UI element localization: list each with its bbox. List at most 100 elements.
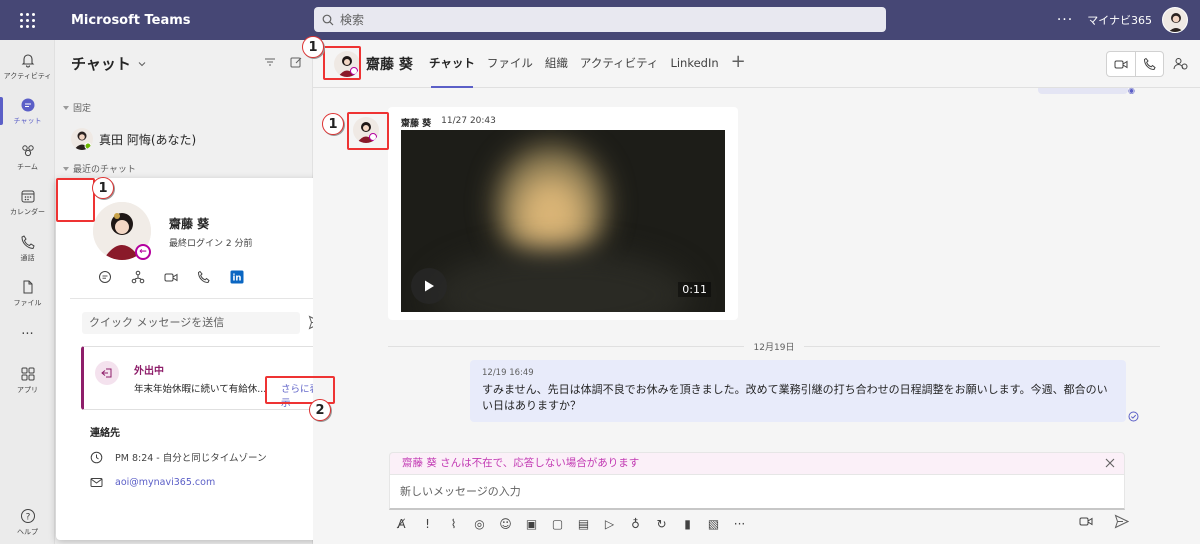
- gif-icon[interactable]: ▣: [523, 514, 540, 534]
- profile-name: 齋藤 葵: [169, 217, 210, 231]
- tab-organization[interactable]: 組織: [539, 40, 574, 88]
- approvals-icon[interactable]: ▮: [679, 514, 696, 534]
- teams-icon: [21, 144, 34, 156]
- date-divider: 12月19日: [388, 340, 1160, 353]
- org-name: マイナビ365: [1087, 14, 1152, 27]
- search-input[interactable]: 検索: [314, 7, 886, 32]
- praise-icon[interactable]: ♁: [627, 514, 644, 534]
- read-receipt-icon: [1128, 411, 1139, 422]
- recent-label: 最近のチャット: [73, 165, 136, 175]
- loop-icon[interactable]: ◎: [471, 514, 488, 534]
- chat-icon: [21, 98, 34, 111]
- chat-list-title: チャット: [71, 55, 131, 73]
- close-icon[interactable]: [1104, 457, 1116, 469]
- add-people-icon[interactable]: [1173, 56, 1188, 71]
- teams-window: Microsoft Teams 検索 ··· マイナビ365 アクティビティ チ…: [0, 0, 1200, 544]
- attach-icon[interactable]: ⌇: [445, 514, 462, 534]
- play-icon: [425, 280, 434, 292]
- conversation-pane: 齋藤 葵 チャット ファイル 組織 アクティビティ LinkedIn + ◉ 齋…: [313, 40, 1200, 544]
- new-chat-icon[interactable]: [290, 56, 302, 68]
- rail-chat[interactable]: チャット: [0, 89, 55, 133]
- format-icon[interactable]: A̸: [393, 514, 410, 534]
- rail-label: チャット: [13, 116, 42, 125]
- linkedin-icon[interactable]: in: [230, 270, 244, 284]
- rail-more[interactable]: ···: [0, 312, 55, 356]
- important-icon[interactable]: !: [419, 514, 436, 534]
- tab-chat[interactable]: チャット: [423, 40, 481, 88]
- chat-icon[interactable]: [98, 270, 112, 284]
- org-chart-icon[interactable]: [131, 270, 145, 284]
- filter-icon[interactable]: [264, 56, 276, 68]
- stream-icon[interactable]: ▷: [601, 514, 618, 534]
- email-row[interactable]: aoi@mynavi365.com: [90, 476, 215, 489]
- more-icon[interactable]: ···: [731, 514, 748, 534]
- out-of-office-message: 年末年始休暇に続いて有給休...: [134, 384, 267, 395]
- rail-activity[interactable]: アクティビティ: [0, 44, 55, 88]
- pinned-section-header[interactable]: 固定: [63, 101, 91, 114]
- profile-card: ← 齋藤 葵 最終ログイン 2 分前 in クイック メッセージを送信 外出中 …: [56, 178, 346, 540]
- seen-indicator-icon: ◉: [1128, 86, 1135, 95]
- forms-icon[interactable]: ▧: [705, 514, 722, 534]
- rail-apps[interactable]: アプリ: [0, 358, 55, 402]
- avatar: [71, 128, 93, 150]
- video-player[interactable]: 0:11: [401, 130, 725, 312]
- rail-label: アプリ: [17, 385, 38, 394]
- date-divider-label: 12月19日: [753, 343, 795, 353]
- my-message: 12/19 16:49 すみません、先日は体調不良でお休みを頂きました。改めて業…: [470, 360, 1126, 422]
- tab-linkedin[interactable]: LinkedIn: [664, 40, 724, 88]
- send-icon[interactable]: [1114, 514, 1129, 529]
- settings-more-button[interactable]: ···: [1057, 12, 1073, 28]
- app-rail: アクティビティ チャット チーム カレンダー 通話 ファイル ··· アプリ ?…: [0, 40, 55, 544]
- sticker-icon[interactable]: ▢: [549, 514, 566, 534]
- audio-call-button[interactable]: [1135, 52, 1163, 76]
- rail-label: チーム: [17, 162, 38, 171]
- out-of-office-badge-icon: ←: [135, 244, 151, 260]
- meet-now-icon[interactable]: [1079, 514, 1094, 529]
- out-of-office-title: 外出中: [134, 366, 164, 377]
- rail-calls[interactable]: 通話: [0, 226, 55, 270]
- more-icon: ···: [21, 326, 34, 342]
- profile-status: 最終ログイン 2 分前: [169, 239, 253, 249]
- compose-box[interactable]: 新しいメッセージの入力: [389, 474, 1125, 510]
- rail-label: ヘルプ: [17, 527, 38, 536]
- emoji-icon[interactable]: ☺: [497, 514, 514, 534]
- annotation-box-message-avatar: [347, 112, 389, 150]
- rail-help[interactable]: ? ヘルプ: [0, 500, 55, 544]
- phone-icon: [1143, 57, 1156, 71]
- add-tab-button[interactable]: +: [725, 40, 752, 88]
- svg-text:?: ?: [25, 512, 30, 522]
- recent-section-header[interactable]: 最近のチャット: [63, 162, 136, 175]
- search-placeholder: 検索: [340, 13, 365, 27]
- pinned-chat-name: 真田 阿悔(あなた): [99, 132, 197, 147]
- contact-section-title: 連絡先: [90, 428, 120, 439]
- user-avatar[interactable]: [1162, 7, 1188, 33]
- pinned-chat-item[interactable]: 真田 阿悔(あなた): [71, 128, 196, 150]
- rail-label: アクティビティ: [3, 71, 52, 80]
- rail-calendar[interactable]: カレンダー: [0, 180, 55, 224]
- annotation-number-1: 1: [322, 113, 344, 135]
- video-call-button[interactable]: [1107, 52, 1135, 76]
- away-icon: [95, 361, 119, 385]
- compose-toolbar: A̸ ! ⌇ ◎ ☺ ▣ ▢ ▤ ▷ ♁ ↻ ▮ ▧ ···: [393, 514, 748, 534]
- away-banner: 齋藤 葵 さんは不在で、応答しない場合があります: [389, 452, 1125, 474]
- message-time: 11/27 20:43: [441, 116, 496, 126]
- away-banner-text: 齋藤 葵 さんは不在で、応答しない場合があります: [402, 457, 640, 469]
- rail-label: カレンダー: [10, 207, 45, 216]
- play-button[interactable]: [411, 268, 447, 304]
- tab-files[interactable]: ファイル: [481, 40, 539, 88]
- phone-icon[interactable]: [197, 270, 211, 284]
- quick-message-input[interactable]: クイック メッセージを送信: [82, 312, 300, 334]
- conversation-title: 齋藤 葵: [366, 57, 413, 73]
- loop-component-icon[interactable]: ↻: [653, 514, 670, 534]
- rail-files[interactable]: ファイル: [0, 271, 55, 315]
- app-launcher-button[interactable]: [0, 0, 55, 40]
- video-call-icon[interactable]: [164, 270, 178, 284]
- chat-list-header[interactable]: チャット: [71, 53, 147, 74]
- schedule-meeting-icon[interactable]: ▤: [575, 514, 592, 534]
- pinned-label: 固定: [73, 104, 92, 114]
- video-duration: 0:11: [678, 282, 711, 297]
- rail-teams[interactable]: チーム: [0, 135, 55, 179]
- email-link[interactable]: aoi@mynavi365.com: [115, 477, 215, 488]
- tab-activity[interactable]: アクティビティ: [574, 40, 665, 88]
- video-call-icon: [1114, 60, 1128, 69]
